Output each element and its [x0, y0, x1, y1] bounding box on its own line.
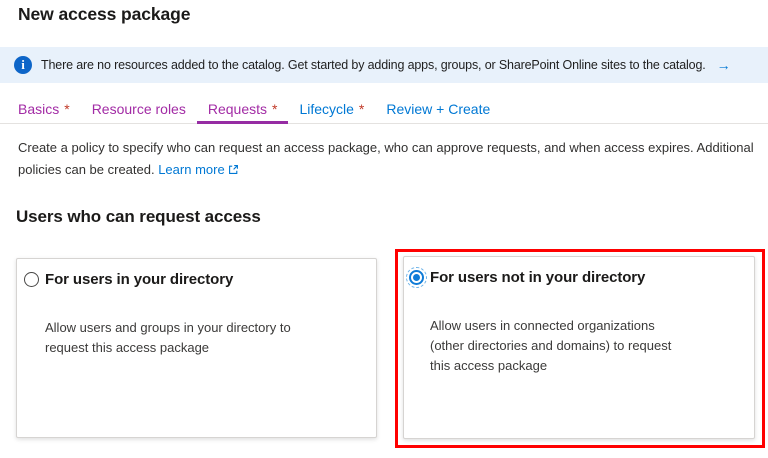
- tab-resource-roles[interactable]: Resource roles: [81, 96, 197, 124]
- tab-review-create[interactable]: Review + Create: [375, 96, 501, 124]
- banner-message: There are no resources added to the cata…: [41, 58, 706, 72]
- option-title: For users in your directory: [45, 271, 234, 288]
- option-description-line: request this access package: [45, 340, 210, 355]
- request-options: For users in your directory Allow users …: [0, 249, 768, 454]
- radio-button-users-not-in-directory[interactable]: [406, 267, 427, 288]
- banner-arrow-link[interactable]: →: [717, 57, 731, 73]
- tab-requests[interactable]: Requests *: [196, 96, 289, 124]
- learn-more-link[interactable]: Learn more: [158, 162, 224, 177]
- tab-lifecycle-label: Lifecycle: [299, 100, 354, 117]
- radio-button-users-in-directory[interactable]: [24, 272, 39, 287]
- option-description: Allow users and groups in your directory…: [45, 318, 360, 358]
- radio-dot: [413, 274, 420, 281]
- policy-description-line1: Create a policy to specify who can reque…: [18, 140, 754, 155]
- policy-description-line2: policies can be created. Learn more: [18, 159, 754, 181]
- option-title: For users not in your directory: [430, 269, 646, 286]
- option-description-line: Allow users and groups in your directory…: [45, 320, 291, 335]
- tab-review-create-label: Review + Create: [386, 100, 491, 117]
- option-description-line: Allow users in connected organizations: [430, 318, 655, 333]
- option-card-users-in-directory[interactable]: For users in your directory Allow users …: [16, 258, 377, 438]
- policy-description: Create a policy to specify who can reque…: [18, 137, 754, 181]
- red-highlight-box: For users not in your directory Allow us…: [395, 249, 765, 448]
- tab-requests-label: Requests: [207, 100, 267, 117]
- required-asterisk: *: [64, 100, 70, 117]
- required-asterisk: *: [358, 100, 365, 117]
- option-description: Allow users in connected organizations (…: [430, 316, 738, 376]
- option-card-users-not-in-directory[interactable]: For users not in your directory Allow us…: [403, 256, 755, 439]
- tab-basics-label: Basics: [18, 100, 60, 117]
- page-title: New access package: [18, 4, 191, 24]
- option-head: For users in your directory: [17, 259, 376, 289]
- tab-resource-roles-label: Resource roles: [91, 100, 186, 117]
- required-asterisk: *: [272, 100, 278, 117]
- info-icon: i: [14, 56, 32, 74]
- tab-lifecycle[interactable]: Lifecycle *: [288, 96, 375, 124]
- option-head: For users not in your directory: [404, 257, 754, 288]
- policy-description-line2-text: policies can be created.: [18, 162, 159, 177]
- new-access-package-page: New access package i There are no resour…: [0, 0, 768, 458]
- option-description-line: (other directories and domains) to reque…: [430, 338, 672, 353]
- info-banner: i There are no resources added to the ca…: [0, 47, 768, 83]
- section-heading: Users who can request access: [16, 207, 261, 226]
- external-link-icon: [228, 165, 238, 174]
- tab-bar: Basics * Resource roles Requests * Lifec…: [0, 96, 768, 124]
- option-description-line: this access package: [430, 358, 548, 373]
- tab-basics[interactable]: Basics *: [7, 96, 81, 124]
